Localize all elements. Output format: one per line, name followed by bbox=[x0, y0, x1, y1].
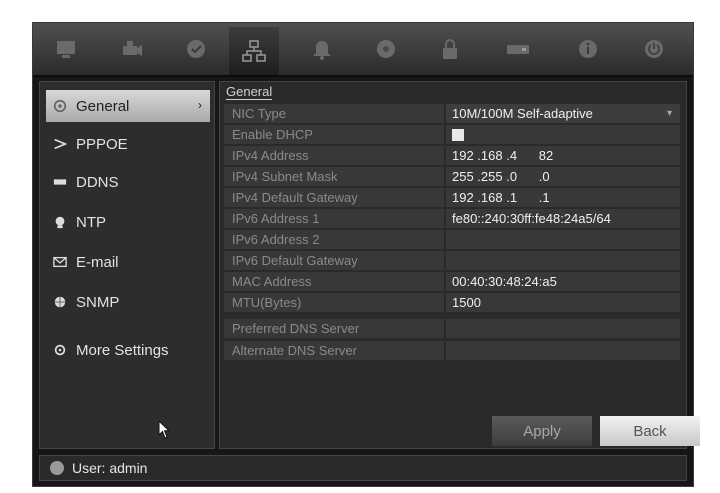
row-enable-dhcp: Enable DHCP bbox=[224, 125, 680, 145]
snmp-icon bbox=[52, 294, 68, 310]
alternate-dns-field[interactable] bbox=[446, 341, 680, 361]
tab-display[interactable] bbox=[41, 29, 91, 69]
nic-type-value: 10M/100M Self-adaptive bbox=[452, 106, 593, 121]
mtu-field[interactable]: 1500 bbox=[446, 293, 680, 313]
sidebar-item-label: PPPOE bbox=[76, 135, 128, 153]
sidebar-item-label: SNMP bbox=[76, 293, 120, 311]
sidebar-item-label: E-mail bbox=[76, 253, 119, 271]
network-icon bbox=[242, 40, 266, 62]
dvr-settings-window: General › PPPOE DDNS NTP E-mail SNMP Mor… bbox=[32, 22, 700, 487]
status-bar: User: admin bbox=[39, 455, 687, 481]
ntp-icon bbox=[52, 214, 68, 230]
sidebar-item-label: NTP bbox=[76, 213, 106, 231]
field-label: IPv6 Address 2 bbox=[224, 230, 444, 250]
tab-user[interactable] bbox=[425, 29, 475, 69]
sidebar-item-ddns[interactable]: DDNS bbox=[46, 166, 210, 198]
sidebar-item-email[interactable]: E-mail bbox=[46, 246, 210, 278]
sidebar-item-label: More Settings bbox=[76, 341, 169, 359]
ipv4-address-field[interactable]: 192 .168 .4 82 bbox=[446, 146, 680, 166]
tab-hdd[interactable] bbox=[361, 29, 411, 69]
row-ipv6-gateway: IPv6 Default Gateway bbox=[224, 251, 680, 271]
sidebar-item-label: General bbox=[76, 97, 130, 115]
network-sidebar: General › PPPOE DDNS NTP E-mail SNMP Mor… bbox=[39, 81, 215, 449]
row-ipv4-gateway: IPv4 Default Gateway 192 .168 .1 .1 bbox=[224, 188, 680, 208]
field-label: IPv4 Subnet Mask bbox=[224, 167, 444, 187]
tab-network[interactable] bbox=[229, 27, 279, 75]
chevron-right-icon: › bbox=[198, 98, 202, 112]
dhcp-checkbox[interactable] bbox=[452, 129, 464, 141]
back-button[interactable]: Back bbox=[600, 416, 700, 446]
sidebar-item-ntp[interactable]: NTP bbox=[46, 206, 210, 238]
current-user-label: User: admin bbox=[72, 460, 148, 476]
camera-icon bbox=[123, 41, 142, 56]
hdd-icon bbox=[377, 40, 395, 58]
field-label: Enable DHCP bbox=[224, 125, 444, 145]
sidebar-item-more-settings[interactable]: More Settings bbox=[46, 334, 210, 366]
field-label: NIC Type bbox=[224, 104, 444, 124]
record-icon bbox=[187, 40, 205, 58]
top-menu-bar bbox=[33, 23, 693, 77]
default-gateway-field[interactable]: 192 .168 .1 .1 bbox=[446, 188, 680, 208]
field-label: MAC Address bbox=[224, 272, 444, 292]
mouse-cursor-icon bbox=[158, 420, 171, 439]
field-label: IPv6 Address 1 bbox=[224, 209, 444, 229]
nic-type-dropdown[interactable]: 10M/100M Self-adaptive ▾ bbox=[446, 104, 680, 124]
field-label: IPv4 Default Gateway bbox=[224, 188, 444, 208]
row-ipv4-subnet: IPv4 Subnet Mask 255 .255 .0 .0 bbox=[224, 167, 680, 187]
tab-storage[interactable] bbox=[493, 29, 543, 69]
row-preferred-dns: Preferred DNS Server bbox=[224, 319, 680, 339]
row-nic-type: NIC Type 10M/100M Self-adaptive ▾ bbox=[224, 104, 680, 124]
field-label: IPv6 Default Gateway bbox=[224, 251, 444, 271]
row-mac-address: MAC Address 00:40:30:48:24:a5 bbox=[224, 272, 680, 292]
sidebar-item-label: DDNS bbox=[76, 173, 119, 191]
field-label: Alternate DNS Server bbox=[224, 341, 444, 361]
sidebar-item-general[interactable]: General › bbox=[46, 90, 210, 122]
row-ipv6-address-2: IPv6 Address 2 bbox=[224, 230, 680, 250]
row-mtu: MTU(Bytes) 1500 bbox=[224, 293, 680, 313]
gear-icon bbox=[52, 98, 68, 114]
sidebar-item-pppoe[interactable]: PPPOE bbox=[46, 128, 210, 160]
ipv6-gateway-field bbox=[446, 251, 680, 271]
storage-icon bbox=[507, 45, 529, 54]
user-icon bbox=[50, 461, 64, 475]
power-icon bbox=[645, 40, 663, 58]
subnet-mask-field[interactable]: 255 .255 .0 .0 bbox=[446, 167, 680, 187]
tab-camera[interactable] bbox=[107, 29, 157, 69]
monitor-icon bbox=[57, 41, 75, 58]
pppoe-icon bbox=[52, 136, 68, 152]
info-icon bbox=[579, 40, 597, 58]
sidebar-item-snmp[interactable]: SNMP bbox=[46, 286, 210, 318]
row-ipv4-address: IPv4 Address 192 .168 .4 82 bbox=[224, 146, 680, 166]
field-label: Preferred DNS Server bbox=[224, 319, 444, 339]
ipv6-address-1-field: fe80::240:30ff:fe48:24a5/64 bbox=[446, 209, 680, 229]
dhcp-cell bbox=[446, 125, 680, 145]
ddns-icon bbox=[52, 174, 68, 190]
preferred-dns-field[interactable] bbox=[446, 319, 680, 339]
field-label: IPv4 Address bbox=[224, 146, 444, 166]
alarm-bell-icon bbox=[314, 41, 330, 60]
breadcrumb: General bbox=[226, 84, 273, 100]
tab-record[interactable] bbox=[171, 29, 221, 69]
apply-button[interactable]: Apply bbox=[492, 416, 592, 446]
field-label: MTU(Bytes) bbox=[224, 293, 444, 313]
tab-shutdown[interactable] bbox=[629, 29, 679, 69]
ipv6-address-2-field bbox=[446, 230, 680, 250]
row-ipv6-address-1: IPv6 Address 1 fe80::240:30ff:fe48:24a5/… bbox=[224, 209, 680, 229]
tab-alarm[interactable] bbox=[297, 29, 347, 69]
mac-address-field: 00:40:30:48:24:a5 bbox=[446, 272, 680, 292]
user-lock-icon bbox=[443, 39, 457, 59]
more-settings-icon bbox=[52, 342, 68, 358]
row-alternate-dns: Alternate DNS Server bbox=[224, 341, 680, 361]
general-settings-panel: General NIC Type 10M/100M Self-adaptive … bbox=[219, 81, 700, 449]
tab-info[interactable] bbox=[563, 29, 613, 69]
email-icon bbox=[52, 254, 68, 270]
chevron-down-icon: ▾ bbox=[666, 108, 672, 119]
